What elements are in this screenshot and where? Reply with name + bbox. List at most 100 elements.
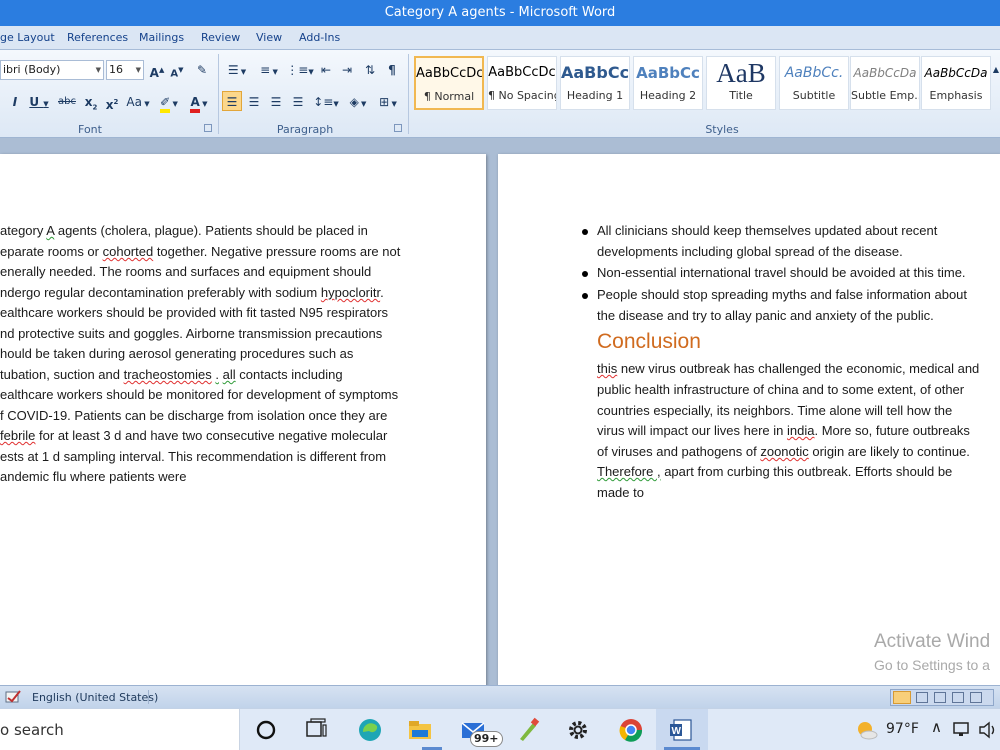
paint-brush-icon[interactable] bbox=[515, 717, 541, 743]
font-color-icon[interactable]: A ▼ bbox=[186, 92, 212, 113]
bullet-text: All clinicians should keep themselves up… bbox=[597, 223, 938, 238]
outline-view-icon[interactable] bbox=[952, 692, 964, 703]
group-divider bbox=[408, 54, 409, 134]
tab-references[interactable]: References bbox=[67, 31, 128, 44]
taskbar-search-box[interactable]: o search bbox=[0, 709, 240, 750]
language-status[interactable]: English (United States) bbox=[32, 691, 158, 704]
settings-gear-icon[interactable] bbox=[565, 717, 591, 743]
styles-group-label: Styles bbox=[705, 123, 739, 136]
change-case-button[interactable]: Aa ▼ bbox=[125, 92, 151, 112]
style-no-spacing[interactable]: AaBbCcDc ¶ No Spacing bbox=[487, 56, 557, 110]
tab-mailings[interactable]: Mailings bbox=[139, 31, 184, 44]
bullet-text: Non-essential international travel shoul… bbox=[597, 265, 966, 280]
font-size-box[interactable]: 16 ▼ bbox=[106, 60, 144, 80]
style-name: Title bbox=[729, 89, 753, 102]
network-icon[interactable] bbox=[952, 721, 972, 739]
show-formatting-icon[interactable]: ¶ bbox=[382, 60, 402, 80]
style-name: Subtitle bbox=[792, 89, 836, 102]
style-heading-1[interactable]: AaBbCc Heading 1 bbox=[560, 56, 630, 110]
weather-temperature[interactable]: 97°F bbox=[886, 721, 919, 737]
font-size-value: 16 bbox=[109, 63, 123, 76]
text-line: f COVID-19. Patients can be discharge fr… bbox=[0, 408, 388, 423]
chevron-down-icon: ▼ bbox=[135, 66, 141, 74]
bullet-text: People should stop spreading myths and f… bbox=[597, 287, 968, 302]
bullet-text: the disease and try to allay panic and a… bbox=[597, 308, 934, 323]
bullets-icon[interactable]: ☰ ▼ bbox=[222, 60, 252, 80]
web-layout-view-icon[interactable] bbox=[934, 692, 946, 703]
justify-button[interactable]: ☰ bbox=[288, 92, 308, 112]
tab-page-layout[interactable]: ge Layout bbox=[0, 31, 55, 44]
document-area[interactable]: ategory A agents (cholera, plague). Pati… bbox=[0, 138, 1000, 685]
line-spacing-icon[interactable]: ↕≡▼ bbox=[312, 92, 340, 112]
text-line: eparate rooms or cohorted together. Nega… bbox=[0, 244, 401, 259]
style-sample: AaBbCc bbox=[561, 63, 629, 82]
shrink-font-button[interactable]: A▼ bbox=[168, 60, 186, 80]
highlight-icon[interactable]: ✐ ▼ bbox=[156, 92, 182, 113]
text-line: this new virus outbreak has challenged t… bbox=[597, 361, 980, 376]
clear-formatting-icon[interactable]: ✎ bbox=[192, 60, 212, 80]
grow-font-button[interactable]: A▲ bbox=[148, 60, 166, 80]
align-right-button[interactable]: ☰ bbox=[266, 92, 286, 112]
page-right[interactable]: All clinicians should keep themselves up… bbox=[498, 154, 1000, 685]
page-left[interactable]: ategory A agents (cholera, plague). Pati… bbox=[0, 154, 486, 685]
strikethrough-button[interactable]: abc bbox=[56, 92, 78, 112]
style-sample: AaBbCc bbox=[636, 64, 700, 82]
multilevel-list-icon[interactable]: ⋮≡▼ bbox=[286, 60, 314, 80]
print-layout-view-icon[interactable] bbox=[893, 691, 911, 704]
subscript-button[interactable]: x2 bbox=[82, 92, 100, 112]
ribbon: ibri (Body) ▼ 16 ▼ A▲ A▼ ✎ I U ▼ abc x2 … bbox=[0, 50, 1000, 138]
style-emphasis[interactable]: AaBbCcDa Emphasis bbox=[921, 56, 991, 110]
decrease-indent-icon[interactable]: ⇤ bbox=[316, 60, 336, 80]
tab-review[interactable]: Review bbox=[201, 31, 240, 44]
activation-watermark-subtitle: Go to Settings to a bbox=[874, 657, 990, 673]
text-line: hould be taken during aerosol generating… bbox=[0, 346, 354, 361]
text-line: andemic flu where patients were bbox=[0, 469, 187, 484]
underline-button[interactable]: U ▼ bbox=[28, 92, 50, 112]
text-line: ategory A agents (cholera, plague). Pati… bbox=[0, 223, 368, 238]
svg-text:W: W bbox=[672, 726, 682, 737]
draft-view-icon[interactable] bbox=[970, 692, 982, 703]
style-name: Heading 2 bbox=[639, 89, 697, 102]
italic-button[interactable]: I bbox=[8, 92, 22, 112]
chrome-browser-icon[interactable] bbox=[618, 717, 644, 743]
cortana-icon[interactable] bbox=[253, 717, 279, 743]
tab-add-ins[interactable]: Add-Ins bbox=[299, 31, 340, 44]
full-screen-view-icon[interactable] bbox=[916, 692, 928, 703]
style-heading-2[interactable]: AaBbCc Heading 2 bbox=[633, 56, 703, 110]
style-subtle-emphasis[interactable]: AaBbCcDa Subtle Emp... bbox=[850, 56, 920, 110]
superscript-button[interactable]: x2 bbox=[103, 92, 121, 112]
status-bar: English (United States) bbox=[0, 685, 1000, 708]
styles-scroll-icon[interactable]: ▲ bbox=[992, 60, 1000, 80]
style-title[interactable]: AaB Title bbox=[706, 56, 776, 110]
increase-indent-icon[interactable]: ⇥ bbox=[337, 60, 357, 80]
align-center-button[interactable]: ☰ bbox=[244, 92, 264, 112]
style-name: ¶ No Spacing bbox=[488, 89, 556, 102]
shading-icon[interactable]: ◈ ▼ bbox=[344, 92, 372, 112]
style-subtitle[interactable]: AaBbCc. Subtitle bbox=[779, 56, 849, 110]
proofing-icon[interactable] bbox=[4, 689, 22, 705]
style-normal[interactable]: AaBbCcDc ¶ Normal bbox=[414, 56, 484, 110]
tab-view[interactable]: View bbox=[256, 31, 282, 44]
paragraph-dialog-launcher-icon[interactable] bbox=[394, 124, 402, 132]
align-left-button[interactable]: ☰ bbox=[222, 91, 242, 111]
text-line: enerally needed. The rooms and surfaces … bbox=[0, 264, 372, 279]
text-line: made to bbox=[597, 485, 644, 500]
view-buttons bbox=[890, 689, 994, 706]
numbering-icon[interactable]: ≡ ▼ bbox=[254, 60, 284, 80]
font-name-box[interactable]: ibri (Body) ▼ bbox=[0, 60, 104, 80]
file-explorer-icon[interactable] bbox=[407, 717, 433, 743]
sort-icon[interactable]: ⇅ bbox=[360, 60, 380, 80]
bullet-dot bbox=[582, 271, 588, 277]
task-view-icon[interactable] bbox=[303, 717, 329, 743]
font-dialog-launcher-icon[interactable] bbox=[204, 124, 212, 132]
style-sample: AaB bbox=[716, 58, 766, 88]
weather-sun-icon[interactable] bbox=[853, 717, 879, 743]
chevron-up-icon[interactable]: ∧ bbox=[931, 718, 942, 736]
speaker-icon[interactable] bbox=[978, 721, 998, 739]
edge-browser-icon[interactable] bbox=[357, 717, 383, 743]
bullet-dot bbox=[582, 293, 588, 299]
text-line: nd protective suits and goggles. Airborn… bbox=[0, 326, 383, 341]
borders-icon[interactable]: ⊞ ▼ bbox=[374, 92, 402, 112]
text-line: Therefore , apart from curbing this outb… bbox=[597, 464, 953, 479]
word-app-icon[interactable]: W bbox=[668, 717, 694, 743]
